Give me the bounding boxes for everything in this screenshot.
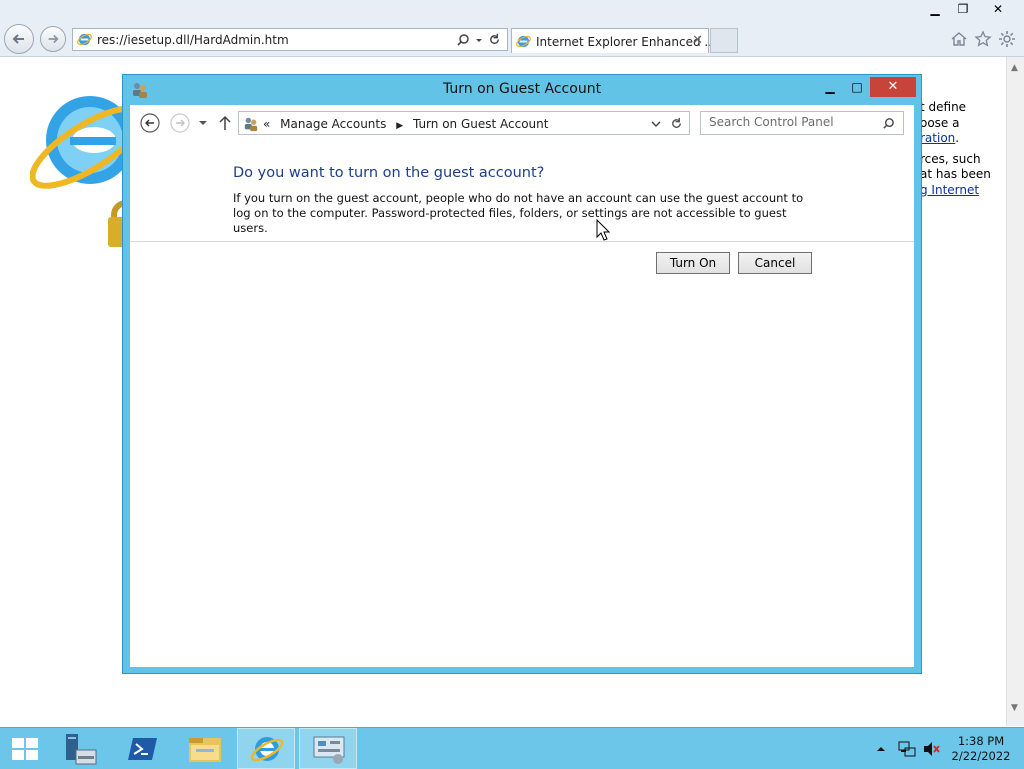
breadcrumb-separator-icon[interactable]: ▶ — [396, 121, 403, 131]
page-scrollbar[interactable]: ▲ ▼ — [1006, 57, 1024, 726]
back-button[interactable] — [140, 113, 160, 133]
browser-back-button[interactable] — [4, 24, 34, 54]
dialog-description: If you turn on the guest account, people… — [233, 191, 804, 235]
start-button[interactable] — [0, 728, 52, 769]
address-bar[interactable]: res://iesetup.dll/HardAdmin.htm — [72, 28, 508, 51]
breadcrumb-path: « Manage Accounts ▶ Turn on Guest Accoun… — [263, 117, 548, 131]
browser-close-button[interactable]: ✕ — [983, 0, 1013, 18]
page-text-line: g Internet — [920, 183, 1020, 199]
taskbar-file-explorer[interactable] — [176, 728, 234, 769]
address-url: res://iesetup.dll/HardAdmin.htm — [97, 33, 289, 47]
dialog-close-button[interactable]: ✕ — [870, 77, 916, 97]
dialog-content: « Manage Accounts ▶ Turn on Guest Accoun… — [130, 105, 914, 667]
refresh-icon[interactable] — [488, 33, 501, 46]
windows-start-icon — [12, 738, 38, 760]
page-text-line: oose a — [920, 115, 960, 130]
browser-minimize-button[interactable]: ▁ — [920, 0, 950, 18]
up-arrow-icon[interactable] — [218, 115, 232, 131]
browser-restore-button[interactable]: ❐ — [948, 0, 978, 18]
breadcrumb-item-manage-accounts[interactable]: Manage Accounts — [280, 117, 386, 131]
turn-on-button[interactable]: Turn On — [656, 252, 730, 274]
browser-tab[interactable]: Internet Explorer Enhanced ... ✕ — [511, 28, 716, 53]
server-manager-icon — [66, 734, 97, 765]
show-hidden-icons-icon[interactable] — [876, 744, 886, 754]
scroll-down-icon[interactable]: ▼ — [1011, 703, 1018, 713]
page-text-line: ration. — [920, 131, 1020, 147]
address-tools[interactable] — [456, 32, 501, 47]
clock-date: 2/22/2022 — [951, 749, 1011, 763]
forward-arrow-icon — [48, 34, 59, 44]
search-box[interactable] — [700, 111, 904, 135]
taskbar: 1:38 PM 2/22/2022 — [0, 727, 1024, 769]
dialog-heading: Do you want to turn on the guest account… — [233, 165, 545, 181]
gear-icon[interactable] — [998, 30, 1016, 48]
powershell-icon — [128, 738, 157, 760]
guest-account-dialog: Turn on Guest Account ▁ □ ✕ « Manage Acc… — [122, 74, 922, 674]
tab-title: Internet Explorer Enhanced ... — [536, 35, 716, 49]
search-icon[interactable] — [456, 33, 470, 47]
page-text-line: rces, such — [920, 151, 981, 166]
mouse-cursor-icon — [596, 219, 610, 241]
back-arrow-icon — [12, 34, 24, 44]
new-tab-button[interactable] — [710, 28, 738, 53]
breadcrumb-overflow[interactable]: « — [263, 117, 270, 131]
taskbar-powershell[interactable] — [114, 728, 172, 769]
page-text: t define oose a ration. rces, such at ha… — [920, 100, 1020, 198]
page-link[interactable]: g Internet — [920, 183, 979, 197]
dropdown-arrow-icon[interactable] — [474, 35, 484, 45]
clock[interactable]: 1:38 PM 2/22/2022 — [946, 734, 1016, 764]
tab-close-icon[interactable]: ✕ — [692, 33, 703, 48]
search-input[interactable] — [709, 115, 869, 129]
browser-toolbar: ▁ ❐ ✕ res://iesetup.dll/HardAdmin.htm In… — [0, 0, 1024, 57]
users-icon — [244, 117, 258, 132]
page-text-line: at has been — [920, 167, 991, 181]
refresh-icon[interactable] — [670, 117, 683, 130]
volume-muted-icon[interactable] — [922, 740, 940, 758]
forward-button[interactable] — [170, 113, 190, 133]
control-panel-icon — [313, 736, 345, 764]
scroll-up-icon[interactable]: ▲ — [1011, 63, 1018, 73]
browser-forward-button[interactable] — [40, 26, 66, 52]
dialog-maximize-button[interactable]: □ — [843, 77, 871, 97]
page-text-line: t define — [920, 100, 967, 114]
divider — [130, 241, 914, 242]
cancel-button[interactable]: Cancel — [738, 252, 812, 274]
breadcrumb[interactable]: « Manage Accounts ▶ Turn on Guest Accoun… — [238, 111, 690, 135]
page-text-punct: . — [955, 131, 960, 145]
search-icon[interactable] — [882, 117, 895, 130]
ie-page-icon — [77, 33, 92, 46]
page-link[interactable]: ration — [920, 131, 955, 145]
home-icon[interactable] — [950, 30, 968, 48]
dialog-title: Turn on Guest Account — [442, 81, 602, 97]
recent-pages-dropdown-icon[interactable] — [198, 119, 208, 127]
network-icon[interactable] — [898, 740, 916, 758]
taskbar-server-manager[interactable] — [54, 728, 112, 769]
ie-logo-lock-icon — [30, 96, 130, 247]
file-explorer-icon — [189, 738, 221, 762]
clock-time: 1:38 PM — [957, 734, 1005, 748]
ie-tab-icon — [516, 35, 531, 48]
chevron-down-icon[interactable] — [651, 119, 661, 129]
dialog-minimize-button[interactable]: ▁ — [816, 77, 844, 97]
breadcrumb-item-turn-on-guest[interactable]: Turn on Guest Account — [413, 117, 549, 131]
taskbar-internet-explorer[interactable] — [237, 728, 295, 769]
taskbar-control-panel[interactable] — [299, 728, 357, 769]
favorites-star-icon[interactable] — [974, 30, 992, 48]
internet-explorer-icon — [250, 737, 284, 762]
